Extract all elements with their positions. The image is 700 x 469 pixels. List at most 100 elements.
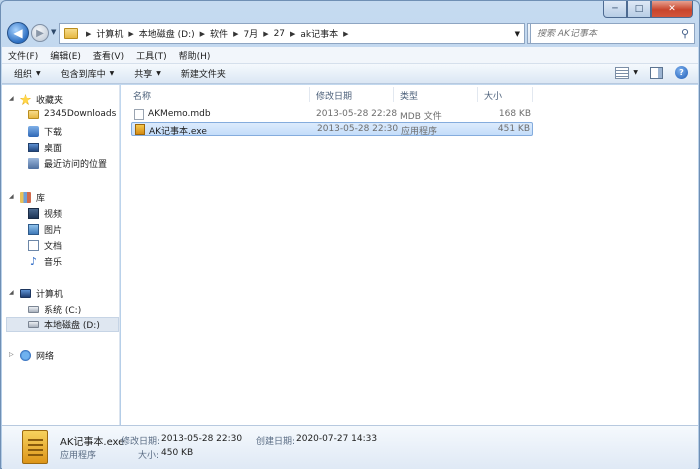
expand-arrow-icon[interactable]: ▷ — [9, 351, 14, 358]
preview-pane-icon[interactable] — [650, 66, 663, 79]
collapse-arrow-icon[interactable]: ◢ — [9, 289, 14, 296]
nav-item-music[interactable]: ♪ 音乐 — [28, 255, 62, 268]
file-type: MDB 文件 — [400, 112, 442, 122]
forward-button[interactable]: ▶ — [31, 24, 49, 42]
chevron-right-icon[interactable]: ▶ — [263, 30, 268, 38]
view-options-icon[interactable] — [615, 66, 630, 79]
column-divider[interactable] — [309, 87, 310, 102]
menu-bar: 文件(F) 编辑(E) 查看(V) 工具(T) 帮助(H) — [2, 47, 698, 64]
new-folder-label: 新建文件夹 — [180, 70, 226, 80]
share-label: 共享 — [134, 70, 153, 80]
nav-network[interactable]: 网络 — [20, 349, 54, 362]
file-type: 应用程序 — [401, 127, 438, 137]
chevron-right-icon[interactable]: ▶ — [233, 30, 238, 38]
nav-item-drive-d[interactable]: 本地磁盘 (D:) — [6, 317, 119, 332]
document-icon — [28, 240, 39, 251]
column-header-size[interactable]: 大小 — [484, 89, 502, 102]
column-header-modified[interactable]: 修改日期 — [316, 89, 352, 102]
column-header-name[interactable]: 名称 — [133, 89, 151, 102]
details-modified-value: 2013-05-28 22:30 — [161, 434, 243, 444]
nav-favorites[interactable]: 收藏夹 — [20, 93, 63, 106]
organize-button[interactable]: 组织 ▼ — [14, 67, 41, 80]
chevron-right-icon[interactable]: ▶ — [128, 30, 133, 38]
menu-help[interactable]: 帮助(H) — [179, 49, 211, 62]
menu-edit[interactable]: 编辑(E) — [50, 49, 81, 62]
maximize-button[interactable]: □ — [627, 1, 651, 18]
nav-item-recent-places[interactable]: 最近访问的位置 — [28, 157, 107, 170]
file-row-akmemo[interactable]: AKMemo.mdb 2013-05-28 22:28 MDB 文件 168 K… — [131, 108, 533, 122]
details-size-label: 大小: — [138, 451, 160, 461]
nav-item-drive-c[interactable]: 系统 (C:) — [28, 303, 81, 316]
address-dropdown-icon[interactable]: ▼ — [515, 30, 520, 38]
column-divider[interactable] — [477, 87, 478, 102]
nav-label: 库 — [36, 194, 46, 204]
menu-view[interactable]: 查看(V) — [93, 49, 124, 62]
file-modified: 2013-05-28 22:28 — [316, 109, 398, 119]
explorer-window: ─ □ ✕ ◀ ▶ ▼ ▶ 计算机 ▶ 本地磁盘 (D:) ▶ 软件 ▶ 7月 … — [0, 0, 700, 469]
minimize-button[interactable]: ─ — [603, 1, 627, 18]
breadcrumb: ▶ 计算机 ▶ 本地磁盘 (D:) ▶ 软件 ▶ 7月 ▶ 27 ▶ ak记事本… — [81, 27, 354, 41]
file-row-ak-notepad-exe[interactable]: AK记事本.exe 2013-05-28 22:30 应用程序 451 KB — [131, 122, 533, 137]
file-size: 168 KB — [498, 109, 531, 119]
nav-label: 下载 — [44, 128, 63, 138]
nav-computer[interactable]: 计算机 — [20, 287, 63, 300]
close-button[interactable]: ✕ — [651, 1, 693, 18]
column-header-type[interactable]: 类型 — [400, 89, 418, 102]
drive-icon — [28, 321, 39, 328]
search-icon[interactable]: ⚲ — [681, 27, 689, 40]
application-icon — [22, 430, 48, 464]
file-name: AKMemo.mdb — [148, 109, 211, 119]
recent-pages-dropdown[interactable]: ▼ — [51, 28, 56, 36]
details-size-value: 450 KB — [161, 448, 194, 458]
nav-item-documents[interactable]: 文档 — [28, 239, 62, 252]
chevron-right-icon[interactable]: ▶ — [200, 30, 205, 38]
chevron-right-icon[interactable]: ▶ — [86, 30, 91, 38]
chevron-down-icon[interactable]: ▼ — [633, 69, 638, 76]
breadcrumb-ak-notepad[interactable]: ak记事本 — [300, 27, 338, 40]
nav-label: 文档 — [44, 242, 63, 252]
star-icon — [20, 94, 31, 105]
nav-item-downloads[interactable]: 下载 — [28, 125, 62, 138]
collapse-arrow-icon[interactable]: ◢ — [9, 95, 14, 102]
collapse-arrow-icon[interactable]: ◢ — [9, 193, 14, 200]
chevron-right-icon[interactable]: ▶ — [290, 30, 295, 38]
nav-item-pictures[interactable]: 图片 — [28, 223, 62, 236]
nav-item-desktop[interactable]: 桌面 — [28, 141, 62, 154]
details-modified-label: 修改日期: — [121, 437, 161, 447]
breadcrumb-drive-d[interactable]: 本地磁盘 (D:) — [139, 27, 195, 40]
file-size: 451 KB — [497, 124, 530, 134]
database-file-icon — [134, 109, 144, 120]
column-divider[interactable] — [532, 87, 533, 102]
chevron-right-icon[interactable]: ▶ — [343, 30, 348, 38]
breadcrumb-july[interactable]: 7月 — [243, 27, 258, 40]
recent-places-icon — [28, 158, 39, 169]
help-icon[interactable]: ? — [675, 66, 688, 79]
share-button[interactable]: 共享 ▼ — [134, 67, 161, 80]
nav-libraries[interactable]: 库 — [20, 191, 45, 204]
menu-file[interactable]: 文件(F) — [8, 49, 38, 62]
caption-buttons: ─ □ ✕ — [603, 1, 693, 18]
nav-item-videos[interactable]: 视频 — [28, 207, 62, 220]
organize-label: 组织 — [14, 70, 33, 80]
nav-label: 收藏夹 — [36, 96, 64, 106]
nav-item-2345downloads[interactable]: 2345Downloads — [28, 109, 116, 119]
column-divider[interactable] — [393, 87, 394, 102]
search-input[interactable] — [537, 28, 677, 39]
download-icon — [28, 126, 39, 137]
nav-label: 2345Downloads — [44, 109, 117, 119]
include-in-library-button[interactable]: 包含到库中 ▼ — [61, 67, 115, 80]
menu-tools[interactable]: 工具(T) — [136, 49, 167, 62]
details-created-value: 2020-07-27 14:33 — [296, 434, 378, 444]
details-file-name: AK记事本.exe — [60, 437, 125, 448]
search-box[interactable]: ⚲ — [530, 23, 695, 44]
details-created-label: 创建日期: — [256, 437, 296, 447]
folder-icon — [64, 28, 78, 39]
back-button[interactable]: ◀ — [7, 22, 29, 44]
breadcrumb-27[interactable]: 27 — [274, 29, 285, 39]
details-pane: AK记事本.exe 修改日期: 2013-05-28 22:30 创建日期: 2… — [2, 425, 698, 469]
breadcrumb-computer[interactable]: 计算机 — [96, 27, 123, 40]
address-bar[interactable]: ▶ 计算机 ▶ 本地磁盘 (D:) ▶ 软件 ▶ 7月 ▶ 27 ▶ ak记事本… — [59, 23, 525, 44]
folder-icon — [28, 109, 39, 119]
breadcrumb-software[interactable]: 软件 — [210, 27, 228, 40]
new-folder-button[interactable]: 新建文件夹 — [181, 67, 226, 80]
